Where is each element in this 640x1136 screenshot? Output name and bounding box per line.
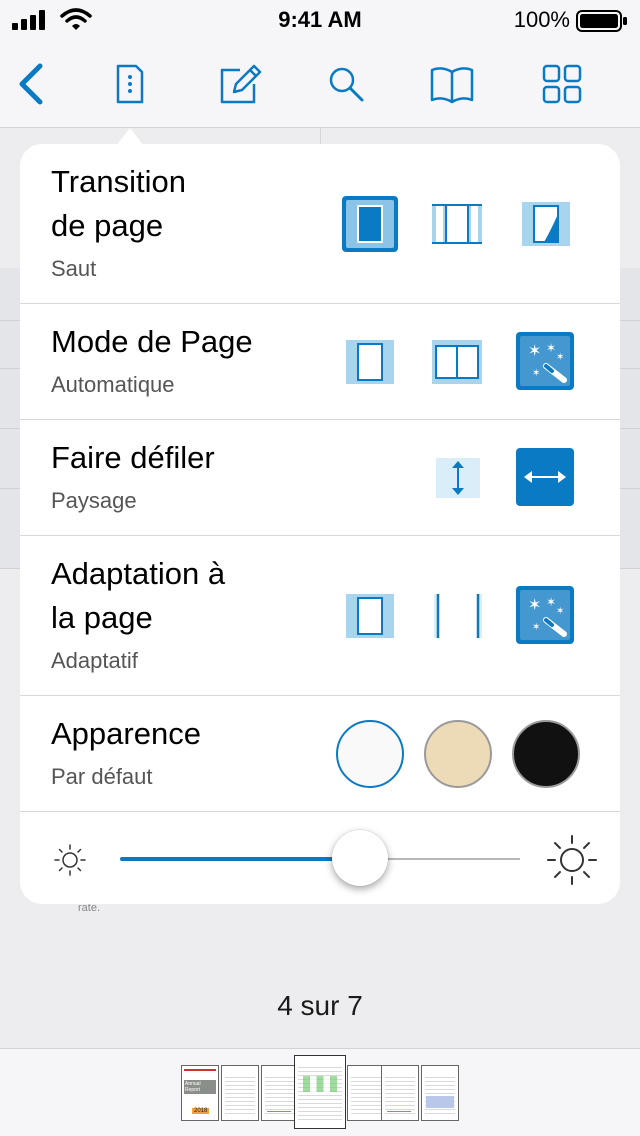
thumbnail-text-lines (225, 1074, 255, 1114)
page-indicator: 4 sur 7 (277, 990, 363, 1021)
page-settings-popover: Transition de page Saut Mode de Page Aut… (20, 144, 620, 904)
appearance-title: Apparence (51, 716, 201, 751)
annotate-pencil-icon (220, 64, 262, 104)
svg-text:✶: ✶ (532, 368, 540, 379)
thumbnail-chart (426, 1096, 454, 1108)
back-chevron-icon (19, 63, 43, 105)
thumbnail-accent-bar (184, 1069, 216, 1071)
page-thumbnail[interactable] (347, 1065, 385, 1121)
transition-title: Transition (51, 164, 186, 199)
svg-text:✶: ✶ (556, 352, 564, 363)
horizontal-scroll-icon (516, 448, 574, 506)
search-icon (329, 67, 364, 102)
thumbnail-chart (267, 1098, 291, 1112)
fit-row: Adaptation à la page Adaptatif ✶ ✶ ✶ ✶ (20, 536, 620, 696)
page-mode-value: Automatique (51, 372, 175, 397)
page-mode-row: Mode de Page Automatique ✶ ✶ ✶ ✶ (20, 304, 620, 420)
scroll-value: Paysage (51, 488, 137, 513)
fit-page-icon (346, 594, 394, 638)
thumbnail-text-lines (425, 1074, 455, 1114)
page-mode-single-option[interactable] (346, 340, 394, 384)
back-button[interactable] (8, 60, 56, 108)
page-continuous-icon (432, 204, 482, 244)
scroll-horizontal-option[interactable] (516, 448, 574, 506)
page-thumbnail[interactable] (421, 1065, 459, 1121)
svg-text:✶: ✶ (532, 622, 540, 633)
thumbnail-chart (387, 1098, 411, 1112)
magic-wand-icon: ✶ ✶ ✶ ✶ (516, 586, 574, 644)
thumbnail-text-lines (298, 1064, 342, 1122)
transition-continuous-option[interactable] (432, 204, 482, 244)
fit-title: Adaptation à (51, 556, 226, 591)
brightness-slider-fill (120, 857, 360, 861)
thumbnail-title: Annual Report (184, 1080, 216, 1094)
fit-page-option[interactable] (346, 594, 394, 638)
brightness-slider-thumb[interactable] (332, 830, 388, 886)
single-page-icon (346, 340, 394, 384)
thumbnail-strip[interactable]: Annual Report 2018 (0, 1048, 640, 1136)
appearance-default-swatch[interactable] (336, 720, 404, 788)
fit-width-option[interactable] (434, 594, 482, 638)
svg-text:✶: ✶ (546, 595, 556, 609)
page-thumbnail[interactable] (381, 1065, 419, 1121)
scroll-vertical-option[interactable] (436, 458, 480, 498)
fit-title-line2: la page (51, 600, 153, 635)
transition-title-line2: de page (51, 208, 164, 243)
brightness-low-icon (54, 844, 86, 876)
page-jump-icon (342, 196, 398, 252)
fit-width-icon (434, 594, 482, 638)
svg-text:✶: ✶ (546, 341, 556, 355)
toolbar (0, 40, 640, 128)
transition-row: Transition de page Saut (20, 144, 620, 304)
transition-jump-option[interactable] (342, 196, 398, 252)
svg-text:✶: ✶ (528, 595, 541, 614)
svg-text:✶: ✶ (528, 341, 541, 360)
transition-value: Saut (51, 256, 97, 281)
transition-curl-option[interactable] (522, 202, 570, 246)
thumbnails-grid-button[interactable] (538, 60, 586, 108)
page-mode-double-option[interactable] (432, 340, 482, 384)
page-thumbnail[interactable]: Annual Report 2018 (181, 1065, 219, 1121)
annotate-button[interactable] (216, 60, 264, 108)
status-bar: 9:41 AM 100% (0, 0, 640, 40)
search-button[interactable] (322, 60, 370, 108)
page-mode-title: Mode de Page (51, 324, 253, 359)
thumbnail-year: 2018 (192, 1108, 210, 1114)
appearance-night-swatch[interactable] (512, 720, 580, 788)
appearance-value: Par défaut (51, 764, 153, 789)
document-settings-icon (116, 64, 144, 104)
thumbnail-text-lines (351, 1074, 381, 1114)
appearance-sepia-swatch[interactable] (424, 720, 492, 788)
page-curl-icon (522, 202, 570, 246)
bookmarks-button[interactable] (428, 60, 476, 108)
battery-percent: 100% (513, 7, 570, 32)
grid-icon (542, 64, 582, 104)
page-mode-automatic-option[interactable]: ✶ ✶ ✶ ✶ (516, 332, 574, 390)
fit-adaptive-option[interactable]: ✶ ✶ ✶ ✶ (516, 586, 574, 644)
brightness-high-icon (547, 835, 597, 885)
svg-text:✶: ✶ (556, 606, 564, 617)
fit-value: Adaptatif (51, 648, 138, 673)
thumbnail-chart (303, 1076, 337, 1092)
vertical-scroll-icon (436, 458, 480, 498)
book-icon (430, 67, 474, 104)
scroll-title: Faire défiler (51, 440, 215, 475)
battery-icon (576, 10, 627, 32)
scroll-row: Faire défiler Paysage (20, 420, 620, 536)
appearance-row: Apparence Par défaut (20, 696, 620, 812)
double-page-icon (432, 340, 482, 384)
page-thumbnail-current[interactable] (294, 1055, 346, 1129)
page-thumbnail[interactable] (221, 1065, 259, 1121)
document-settings-button[interactable] (106, 60, 154, 108)
magic-wand-icon: ✶ ✶ ✶ ✶ (516, 332, 574, 390)
